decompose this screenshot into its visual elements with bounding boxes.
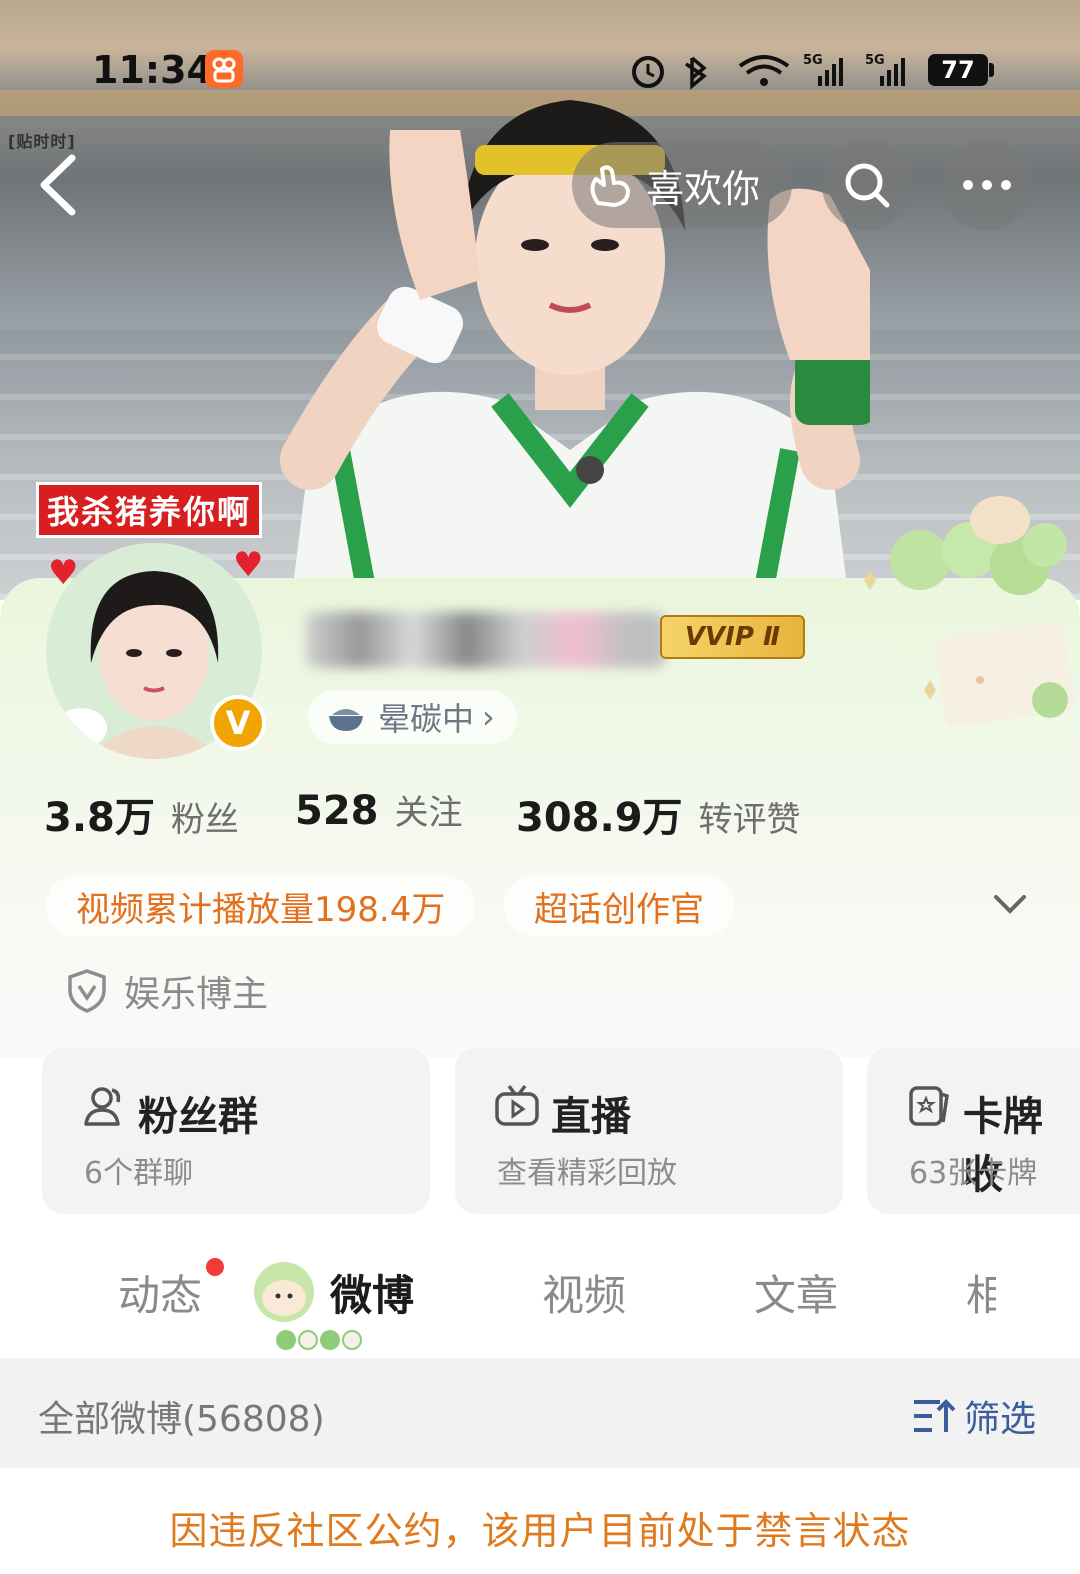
stat-label: 关注 [394, 793, 463, 833]
card-icon [909, 1086, 949, 1126]
tab-articles[interactable]: 文章 [754, 1262, 838, 1323]
hand-heart-icon [590, 165, 630, 207]
tab-album[interactable]: 相 [966, 1262, 996, 1323]
battery-tip [989, 63, 994, 77]
role-tag[interactable]: 娱乐博主 [66, 965, 268, 1017]
chevron-right-icon: › [482, 698, 495, 736]
feature-subtitle: 查看精彩回放 [497, 1156, 677, 1191]
status-bar: 11:34 5G 5G 77 [0, 40, 1080, 100]
feature-subtitle: 6个群聊 [84, 1156, 194, 1191]
notification-dot [206, 1258, 224, 1276]
status-time: 11:34 [92, 48, 213, 92]
signal-icon-2: 5G [865, 53, 905, 86]
back-button[interactable] [30, 150, 90, 220]
heart-icon-left: ♥ [48, 553, 79, 593]
rice-bowl-icon [329, 709, 363, 731]
signal-icon-1: 5G [803, 53, 843, 86]
chevron-down-icon[interactable] [990, 885, 1030, 925]
verified-badge: V [210, 695, 266, 751]
feature-title: 直播 [551, 1094, 631, 1140]
like-label: 喜欢你 [646, 166, 761, 211]
filter-label: 筛选 [964, 1399, 1037, 1440]
vvip-badge[interactable]: VVIP Ⅱ [660, 615, 805, 659]
alarm-icon [632, 56, 664, 88]
search-button[interactable] [822, 140, 912, 230]
chevron-left-icon [40, 154, 76, 216]
username-blurred [305, 612, 665, 668]
feature-card-live[interactable]: 直播 查看精彩回放 [455, 1048, 843, 1214]
cover-person-illustration [280, 100, 870, 600]
stat-label: 转评赞 [698, 800, 801, 840]
feature-card-fan-group[interactable]: 粉丝群 6个群聊 [42, 1048, 430, 1214]
heart-icon-right: ♥ [233, 545, 264, 585]
tv-icon [495, 1084, 539, 1126]
mute-notice: 因违反社区公约，该用户目前处于禁言状态 [169, 1509, 911, 1553]
filter-button[interactable]: 筛选 [910, 1390, 1036, 1442]
role-label: 娱乐博主 [124, 974, 269, 1015]
tab-dynamics[interactable]: 动态 [118, 1262, 202, 1323]
shield-v-icon [68, 969, 106, 1013]
avatar-banner-tag: 我杀猪养你啊 [36, 482, 263, 538]
battery-icon: 77 [928, 54, 988, 86]
stat-followers[interactable]: 3.8万 粉丝 [44, 785, 239, 843]
apple-decoration [864, 496, 1075, 727]
bluetooth-icon [685, 56, 707, 90]
stat-value: 308.9万 [516, 795, 683, 841]
wifi-icon [738, 55, 790, 86]
stat-label: 粉丝 [170, 800, 239, 840]
svg-text:5G: 5G [865, 53, 885, 68]
stat-value: 3.8万 [44, 795, 155, 841]
filter-bar: 全部微博(56808) 筛选 [0, 1358, 1080, 1468]
like-button[interactable]: 喜欢你 [572, 142, 792, 228]
stat-following[interactable]: 528 关注 [295, 785, 463, 834]
super-topic-creator-pill[interactable]: 超话创作官 [504, 875, 734, 937]
feature-card-cards[interactable]: 卡牌收 63张卡牌 [867, 1048, 1080, 1214]
video-views-pill[interactable]: 视频累计播放量198.4万 [46, 875, 476, 937]
search-icon [845, 163, 890, 208]
avatar-frame[interactable]: ♥ ♥ V [38, 535, 270, 767]
more-dots-icon [963, 180, 1011, 190]
filter-sort-icon [914, 1399, 956, 1432]
stat-value: 528 [295, 788, 379, 834]
app-notification-icon [205, 50, 243, 88]
stat-interactions[interactable]: 308.9万 转评赞 [516, 785, 801, 843]
user-status-text: 晕碳中 [378, 700, 475, 738]
post-count-label[interactable]: 全部微博(56808) [38, 1390, 325, 1442]
user-status-chip[interactable]: 晕碳中 › [308, 690, 517, 744]
cover-watermark: [贴时时] [8, 132, 76, 151]
feature-title: 粉丝群 [138, 1094, 258, 1140]
people-icon [84, 1087, 121, 1126]
svg-text:5G: 5G [803, 53, 823, 68]
tab-video[interactable]: 视频 [542, 1262, 626, 1323]
status-icons: 5G 5G [632, 53, 905, 90]
feature-subtitle: 63张卡牌 [909, 1156, 1038, 1191]
tab-weibo[interactable]: 微博 [330, 1262, 414, 1323]
more-button[interactable] [942, 140, 1032, 230]
